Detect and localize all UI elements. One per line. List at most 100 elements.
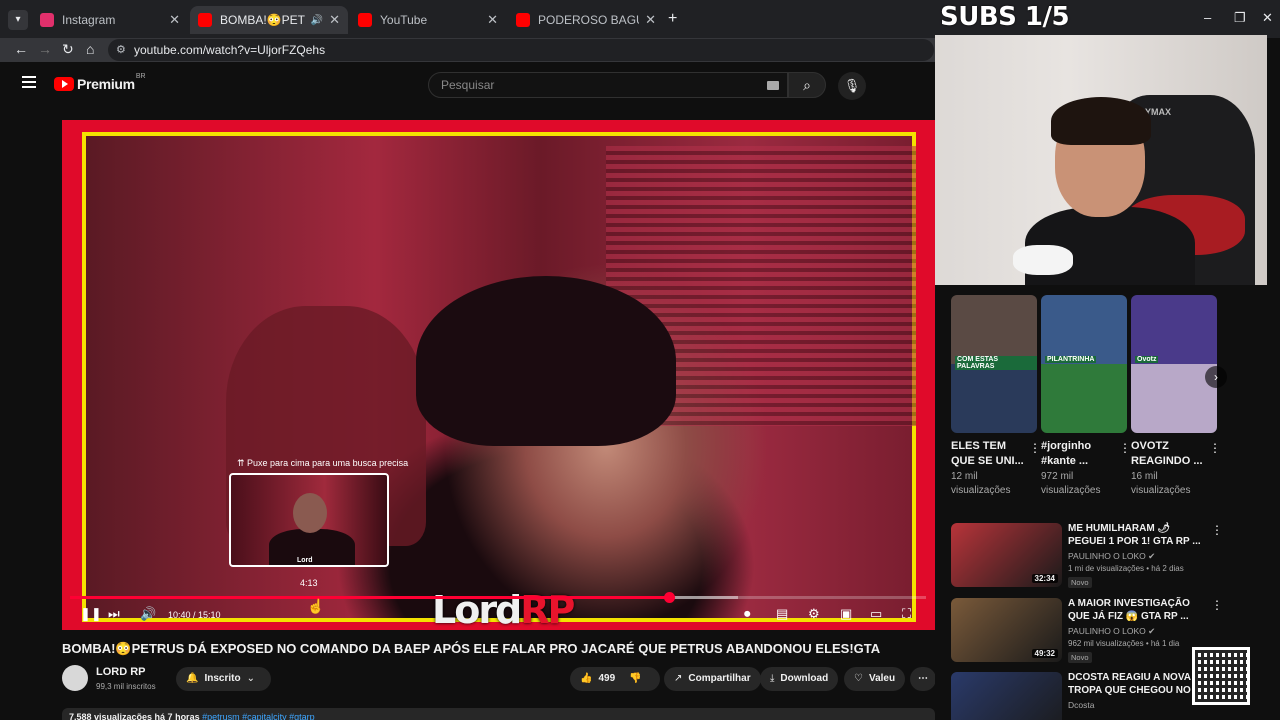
- recommended-title[interactable]: A MAIOR INVESTIGAÇÃO QUE JÁ FIZ 😱 GTA RP…: [1068, 598, 1208, 623]
- fullscreen-icon[interactable]: ⛶: [902, 606, 911, 622]
- video-duration: 49:32: [1031, 649, 1058, 658]
- home-icon[interactable]: ⌂: [86, 41, 94, 57]
- qr-code: [1192, 647, 1250, 705]
- close-window-button[interactable]: ✕: [1262, 10, 1273, 26]
- short-item[interactable]: Ovotz OVOTZ REAGINDO ... 16 mil visualiz…: [1131, 295, 1221, 496]
- minimize-button[interactable]: –: [1204, 10, 1211, 25]
- more-options-icon[interactable]: ⋮: [1211, 598, 1223, 612]
- seek-preview-thumbnail: Lord: [229, 473, 389, 567]
- close-icon[interactable]: ✕: [329, 12, 340, 28]
- forward-icon[interactable]: →: [38, 41, 52, 57]
- more-options-icon[interactable]: ⋮: [1209, 441, 1221, 455]
- more-options-icon[interactable]: ⋮: [1119, 441, 1131, 455]
- youtube-icon: [358, 13, 372, 27]
- back-icon[interactable]: ←: [14, 41, 28, 57]
- thumb-top: [1131, 295, 1217, 364]
- tab-search-button[interactable]: ▾: [8, 10, 28, 30]
- description-box[interactable]: 7.588 visualizações há 7 horas #petrusm …: [62, 708, 935, 720]
- like-icon[interactable]: 👍: [580, 673, 592, 684]
- chevron-right-icon[interactable]: ›: [1205, 366, 1227, 388]
- recommended-thumbnail[interactable]: [951, 672, 1062, 720]
- download-button[interactable]: ⤓ Download: [760, 667, 839, 691]
- short-thumbnail[interactable]: PILANTRINHA: [1041, 295, 1127, 433]
- more-options-icon[interactable]: ⋮: [1211, 523, 1223, 537]
- recommended-meta: 962 mil visualizações • há 1 dia: [1068, 639, 1180, 648]
- tab-instagram[interactable]: Instagram ✕: [32, 6, 188, 34]
- dislike-icon[interactable]: 👎: [629, 673, 641, 684]
- recommended-channel[interactable]: PAULINHO O LOKO ✔: [1068, 626, 1155, 637]
- short-title[interactable]: OVOTZ REAGINDO ...: [1131, 439, 1205, 469]
- recommended-title[interactable]: ME HUMILHARAM 🌶 PEGUEI 1 POR 1! GTA RP .…: [1068, 523, 1208, 548]
- description-tags[interactable]: #petrusm #capitalcity #gtarp: [202, 712, 315, 720]
- recommended-thumbnail[interactable]: 49:32: [951, 598, 1062, 662]
- short-title[interactable]: ELES TEM QUE SE UNI...: [951, 439, 1025, 469]
- share-icon: ↗: [674, 673, 683, 684]
- address-bar[interactable]: ⚙ youtube.com/watch?v=UljorFZQehs: [108, 39, 934, 61]
- tab-youtube[interactable]: YouTube ✕: [350, 6, 506, 34]
- volume-icon[interactable]: 🔊: [140, 606, 156, 622]
- reload-icon[interactable]: ↻: [62, 41, 74, 58]
- maximize-button[interactable]: ❐: [1234, 10, 1246, 26]
- search-button[interactable]: ⌕: [788, 72, 826, 98]
- streamer-webcam: YMAX: [935, 35, 1267, 285]
- url-text: youtube.com/watch?v=UljorFZQehs: [134, 43, 326, 57]
- more-actions-button[interactable]: ⋯: [910, 667, 936, 691]
- recommended-thumbnail[interactable]: 32:34: [951, 523, 1062, 587]
- close-icon[interactable]: ✕: [645, 12, 656, 28]
- miniplayer-icon[interactable]: ▣: [840, 606, 852, 622]
- keyboard-icon[interactable]: [767, 81, 779, 90]
- subscribe-label: Inscrito: [204, 673, 241, 684]
- search-input[interactable]: Pesquisar: [428, 72, 788, 98]
- time-display: 10:40 / 15:10: [168, 610, 221, 620]
- thumb-label: Ovotz: [1135, 355, 1159, 363]
- site-settings-icon[interactable]: ⚙: [116, 39, 126, 61]
- search-placeholder: Pesquisar: [441, 78, 495, 92]
- voice-search-button[interactable]: 🎙: [838, 72, 866, 100]
- pause-icon[interactable]: ❚❚: [80, 606, 102, 622]
- thumb-top: [1041, 295, 1127, 364]
- short-item[interactable]: COM ESTAS PALAVRAS ELES TEM QUE SE UNI..…: [951, 295, 1041, 496]
- microphone-icon: 🎙: [843, 78, 861, 93]
- menu-icon[interactable]: [22, 76, 36, 88]
- next-icon[interactable]: ⏭: [108, 606, 120, 622]
- like-dislike-group: 👍 499 👎: [570, 667, 660, 691]
- channel-name[interactable]: LORD RP: [96, 666, 146, 678]
- chevron-down-icon: ⌄: [246, 673, 255, 684]
- qr-cells: [1195, 650, 1247, 702]
- settings-icon[interactable]: ⚙: [808, 606, 820, 622]
- subscribe-button[interactable]: 🔔 Inscrito ⌄: [176, 667, 271, 691]
- like-count[interactable]: 499: [598, 673, 615, 684]
- tab-current-video[interactable]: BOMBA!😳PETRUS DÁ EXP 🔊 ✕: [190, 6, 348, 34]
- autoplay-toggle[interactable]: ⏺: [744, 606, 751, 622]
- speaker-icon[interactable]: 🔊: [311, 15, 323, 26]
- recommended-title[interactable]: DCOSTA REAGIU A NOVA TROPA QUE CHEGOU NO…: [1068, 672, 1208, 697]
- short-title[interactable]: #jorginho #kante ...: [1041, 439, 1115, 469]
- person-hair: [416, 276, 676, 446]
- channel-avatar[interactable]: [62, 665, 88, 691]
- recommended-channel[interactable]: Dcosta: [1068, 700, 1094, 710]
- close-icon[interactable]: ✕: [487, 12, 498, 28]
- close-icon[interactable]: ✕: [169, 12, 180, 28]
- video-player[interactable]: [62, 120, 935, 630]
- more-options-icon[interactable]: ⋮: [1029, 441, 1041, 455]
- subs-counter: SUBS 1/5: [940, 2, 1070, 32]
- tab-poderoso[interactable]: PODEROSO BAGUAL RECEBEU ✕: [508, 6, 664, 34]
- recommended-channel[interactable]: PAULINHO O LOKO ✔: [1068, 551, 1155, 562]
- new-tab-button[interactable]: +: [668, 10, 677, 28]
- short-thumbnail[interactable]: Ovotz: [1131, 295, 1217, 433]
- subtitles-icon[interactable]: ▤: [776, 606, 788, 622]
- more-icon: ⋯: [918, 673, 928, 684]
- youtube-premium-logo[interactable]: Premium BR: [54, 72, 146, 92]
- share-label: Compartilhar: [688, 673, 751, 684]
- logo-region: BR: [135, 72, 146, 80]
- short-thumbnail[interactable]: COM ESTAS PALAVRAS: [951, 295, 1037, 433]
- theater-mode-icon[interactable]: ▭: [870, 606, 882, 622]
- thanks-icon: ♡: [854, 673, 863, 684]
- recommended-video[interactable]: 32:34 ME HUMILHARAM 🌶 PEGUEI 1 POR 1! GT…: [951, 523, 1271, 589]
- thanks-button[interactable]: ♡ Valeu: [844, 667, 906, 691]
- watermark-rp: RP: [520, 588, 575, 632]
- short-item[interactable]: PILANTRINHA #jorginho #kante ... 972 mil…: [1041, 295, 1131, 496]
- short-views: 16 mil visualizações: [1131, 471, 1191, 496]
- progress-bar[interactable]: [70, 592, 926, 603]
- share-button[interactable]: ↗ Compartilhar: [664, 667, 761, 691]
